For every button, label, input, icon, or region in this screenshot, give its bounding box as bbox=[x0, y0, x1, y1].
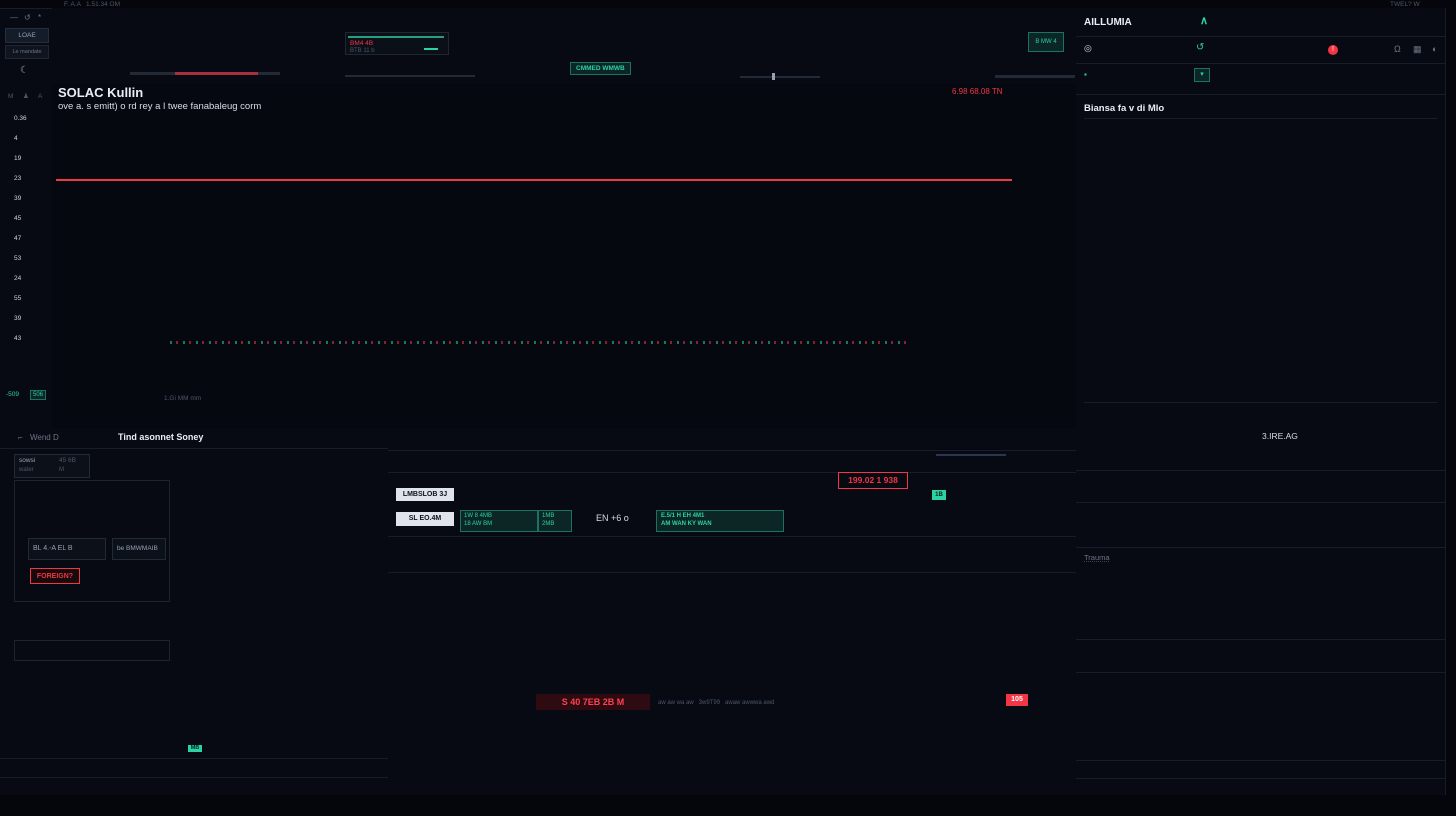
volume-strip bbox=[170, 341, 910, 344]
toolbar-row-3: CMMED WMWB bbox=[52, 56, 1076, 84]
rail-tool-icon[interactable]: ♟ bbox=[23, 94, 29, 101]
mandate-button[interactable]: Le mandate bbox=[5, 45, 49, 59]
rail-scale-value: 45 bbox=[14, 216, 21, 223]
spark-line bbox=[348, 36, 444, 38]
spark-gray-value: BTB 11 b bbox=[350, 48, 375, 54]
rail-scale-value: 43 bbox=[14, 336, 21, 343]
chart-subtitle: ove a. s emitt) o rd rey a l twee fanaba… bbox=[58, 102, 261, 112]
rail-scale-value: 23 bbox=[14, 176, 21, 183]
teal-chip[interactable]: B MW 4 bbox=[1028, 32, 1064, 52]
ohlc-note: 6.98 68.08 TN bbox=[952, 88, 1003, 96]
rail-bottom-tag: -509 bbox=[6, 392, 19, 399]
progress-track-2 bbox=[345, 75, 475, 77]
mini-spark-box: BM4 4B BTB 11 b bbox=[345, 32, 449, 55]
indicator-panel: LMBSLOB 3J 199.02 1 938 1B SL EO.4M 1W 8… bbox=[388, 428, 1076, 795]
slider-knob[interactable] bbox=[772, 73, 775, 80]
rail-icon[interactable]: * bbox=[38, 14, 41, 22]
rail-icon[interactable]: ↺ bbox=[24, 14, 31, 22]
toolbar-row-1 bbox=[52, 8, 1076, 29]
rail-scale-value: 39 bbox=[14, 316, 21, 323]
rail-tool-icon[interactable]: M bbox=[8, 94, 13, 101]
rail-scale-value: 4 bbox=[14, 136, 18, 143]
rail-tool-icon[interactable]: A bbox=[38, 94, 42, 101]
watch-charts-panel: 3.IRE.AG Trauma bbox=[1076, 428, 1445, 795]
rail-scale-value: 19 bbox=[14, 156, 21, 163]
price-axis[interactable] bbox=[1012, 84, 1076, 428]
rail-scale-value: 24 bbox=[14, 276, 21, 283]
dom-ladder bbox=[0, 428, 388, 795]
green-status-chip: CMMED WMWB bbox=[570, 62, 631, 75]
rail-scale-value: 55 bbox=[14, 296, 21, 303]
slider-track[interactable] bbox=[740, 76, 820, 78]
trading-terminal: { "page": {"top_left_note": "F. A.A 1.51… bbox=[0, 0, 1456, 816]
main-candle-chart: SOLAC Kullin ove a. s emitt) o rd rey a … bbox=[52, 84, 1076, 428]
rail-scale-value: 39 bbox=[14, 196, 21, 203]
toolbar-row-2: BM4 4B BTB 11 b B MW 4 bbox=[52, 29, 1076, 56]
left-toolbar: LOAE Le mandate ☾ -509 506 — ↺ * M ♟ A 0.36 4 19… bbox=[0, 8, 53, 428]
spark-green-dash bbox=[424, 48, 438, 50]
progress-track-3 bbox=[995, 75, 1075, 78]
load-button[interactable]: LOAE bbox=[5, 28, 49, 43]
rail-bottom-badge: 506 bbox=[30, 390, 46, 400]
rail-scale-value: 0.36 bbox=[14, 116, 27, 123]
alert-price-line[interactable] bbox=[56, 179, 1012, 181]
rail-icon[interactable]: — bbox=[10, 14, 18, 22]
rail-scale-value: 53 bbox=[14, 256, 21, 263]
order-entry-panel: ⌐ Wend D Tind asonnet Soney sowsi 45 6B … bbox=[0, 428, 388, 795]
rail-scale-value: 47 bbox=[14, 236, 21, 243]
corner-note: 1.Gi MM mm bbox=[164, 396, 201, 403]
moon-icon[interactable]: ☾ bbox=[20, 66, 29, 76]
spark-red-value: BM4 4B bbox=[350, 41, 373, 48]
chart-title: SOLAC Kullin bbox=[58, 86, 143, 99]
news-panel: AILLUMIA ∧ ◎ ↺ ! Ω ▦ ◐ ▪ ▾ Biansa fa v d… bbox=[1076, 8, 1445, 428]
progress-fill bbox=[175, 72, 258, 75]
